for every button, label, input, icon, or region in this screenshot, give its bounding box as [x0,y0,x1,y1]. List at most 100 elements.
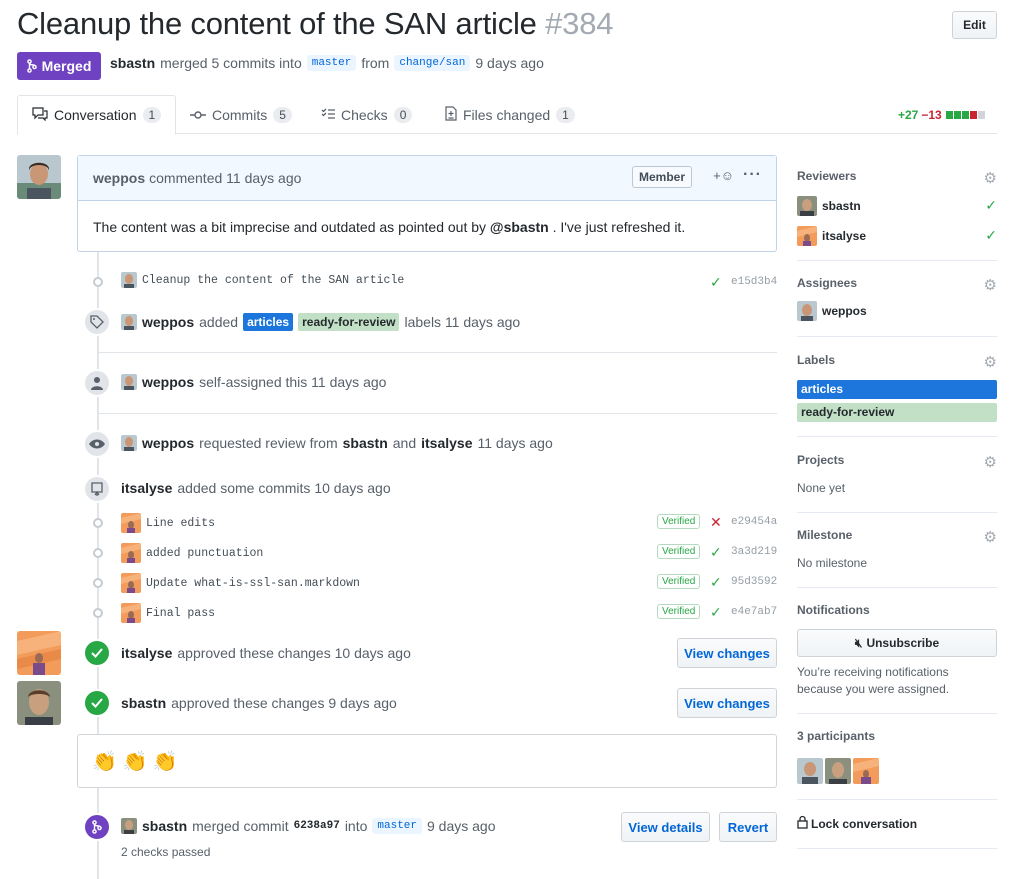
avatar-sbastn[interactable] [17,681,61,725]
check-circle-icon [83,689,111,717]
sidebar-assignees-title[interactable]: Assignees [797,276,997,290]
edit-button[interactable]: Edit [952,11,997,39]
commit-message[interactable]: Final pass [146,607,215,620]
pr-author-link[interactable]: sbastn [110,55,155,71]
view-changes-button[interactable]: View changes [677,638,777,668]
reviewer-link[interactable]: itsalyse [421,435,472,451]
sidebar-projects: Projects ⚙ None yet [797,453,997,513]
view-changes-button[interactable]: View changes [677,688,777,718]
mute-icon: 🔇︎ [854,635,863,650]
base-branch[interactable]: master [306,55,357,71]
gear-icon[interactable]: ⚙ [984,276,997,294]
event-actor[interactable]: weppos [142,314,194,330]
tab-checks[interactable]: Checks 0 [307,95,426,134]
event-actor[interactable]: sbastn [121,695,166,711]
gear-icon[interactable]: ⚙ [984,169,997,187]
avatar-weppos-mini[interactable] [121,435,137,451]
comment-mention[interactable]: @sbastn [490,219,549,235]
commit-sha[interactable]: e29454a [731,516,777,528]
verified-badge[interactable]: Verified [657,514,701,529]
reviewer-item[interactable]: sbastn [797,196,861,216]
avatar-itsalyse-participant[interactable] [853,758,879,784]
gear-icon[interactable]: ⚙ [984,528,997,546]
commit-sha[interactable]: 3a3d219 [731,546,777,558]
check-icon[interactable]: ✓ [710,274,722,291]
gear-icon[interactable]: ⚙ [984,353,997,371]
verified-badge[interactable]: Verified [657,604,701,619]
check-icon[interactable]: ✓ [710,604,722,621]
checks-passed-text[interactable]: 2 checks passed [121,845,210,859]
more-options-icon[interactable]: ··· [743,166,762,184]
avatar-itsalyse[interactable] [17,631,61,675]
x-icon[interactable]: ✕ [710,514,722,531]
revert-button[interactable]: Revert [719,812,777,842]
verified-badge[interactable]: Verified [657,574,701,589]
tab-files-changed[interactable]: Files changed 1 [431,95,589,134]
commit-dot [92,607,104,619]
lock-conversation-link[interactable]: Lock conversation [797,815,997,832]
label-ready-for-review[interactable]: ready-for-review [298,313,400,331]
reviewer-link[interactable]: sbastn [343,435,388,451]
assignee-name: weppos [822,304,867,318]
timeline-divider [97,352,777,353]
gear-icon[interactable]: ⚙ [984,453,997,471]
avatar-itsalyse-mini[interactable] [121,513,141,533]
avatar-itsalyse-mini[interactable] [121,543,141,563]
avatar-weppos[interactable] [17,155,61,199]
avatar-weppos-mini[interactable] [121,272,137,288]
comment-action[interactable]: commented 11 days ago [149,170,301,186]
event-actor[interactable]: weppos [142,435,194,451]
event-actor[interactable]: sbastn [142,818,187,834]
commit-message[interactable]: Line edits [146,517,215,530]
comment-card: weppos commented 11 days ago Member +☺ ·… [77,155,777,252]
add-reaction-icon[interactable]: +☺ [713,168,734,183]
assignee-item[interactable]: weppos [797,301,867,321]
tab-conversation[interactable]: Conversation 1 [17,95,177,135]
check-icon[interactable]: ✓ [710,544,722,561]
avatar-itsalyse-mini[interactable] [121,603,141,623]
merge-into: into [344,818,368,834]
unsubscribe-button[interactable]: 🔇︎ Unsubscribe [797,629,997,657]
reviewer-item[interactable]: itsalyse [797,226,866,246]
avatar-sbastn-mini[interactable] [121,818,137,834]
avatar-weppos-participant[interactable] [797,758,823,784]
event-actor[interactable]: weppos [142,374,194,390]
review-request-event: weppos requested review from sbastn and … [121,435,553,451]
file-diff-icon [445,105,457,124]
avatar-itsalyse-mini[interactable] [121,573,141,593]
commit-message[interactable]: Cleanup the content of the SAN article [142,274,404,287]
commit-sha[interactable]: 95d3592 [731,576,777,588]
avatar-sbastn-participant[interactable] [825,758,851,784]
view-details-button[interactable]: View details [621,812,710,842]
label-ready-for-review[interactable]: ready-for-review [797,403,997,422]
commit-dot [92,547,104,559]
diffstat: +27 −13 [898,108,985,122]
avatar-weppos-mini[interactable] [121,314,137,330]
tag-icon [83,308,111,336]
event-actor[interactable]: itsalyse [121,480,172,496]
verified-badge[interactable]: Verified [657,544,701,559]
comment-author[interactable]: weppos [93,170,145,186]
head-branch[interactable]: change/san [394,55,471,71]
check-icon[interactable]: ✓ [710,574,722,591]
sidebar-reviewers-title[interactable]: Reviewers [797,169,997,183]
avatar-sbastn-mini [797,196,817,216]
label-articles[interactable]: articles [797,380,997,399]
commit-sha[interactable]: e4e7ab7 [731,606,777,618]
sidebar-projects-title[interactable]: Projects [797,453,997,467]
sidebar-milestone-title[interactable]: Milestone [797,528,997,542]
merge-branch[interactable]: master [372,818,422,834]
sidebar-labels-title[interactable]: Labels [797,353,997,367]
comment-text-after: . I've just refreshed it. [552,219,686,235]
check-icon: ✓ [985,197,997,213]
tab-commits-label: Commits [212,106,268,123]
avatar-weppos-mini[interactable] [121,374,137,390]
commit-message[interactable]: added punctuation [146,547,263,560]
commit-sha[interactable]: e15d3b4 [731,276,777,288]
merge-commit-sha[interactable]: 6238a97 [294,820,340,832]
event-text: merged commit [192,818,289,834]
tab-commits[interactable]: Commits 5 [176,95,306,134]
commit-message[interactable]: Update what-is-ssl-san.markdown [146,577,360,590]
label-articles[interactable]: articles [243,313,294,331]
event-actor[interactable]: itsalyse [121,645,172,661]
